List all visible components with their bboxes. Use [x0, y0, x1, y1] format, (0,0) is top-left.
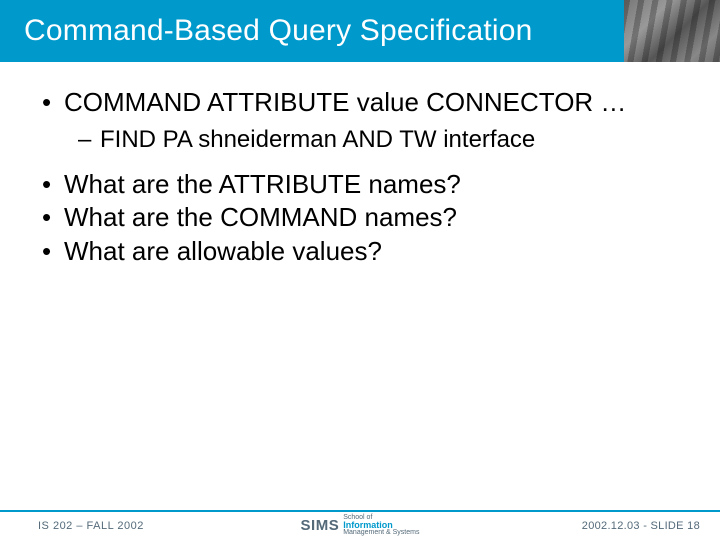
bullet-level1: • COMMAND ATTRIBUTE value CONNECTOR …: [42, 86, 690, 119]
logo-line3: Management & Systems: [343, 529, 419, 536]
bullet-level1: • What are the COMMAND names?: [42, 201, 690, 234]
bullet-dash-icon: –: [78, 125, 100, 156]
bullet-text: COMMAND ATTRIBUTE value CONNECTOR …: [64, 86, 690, 119]
bullet-dot-icon: •: [42, 86, 64, 119]
bullet-text: What are the COMMAND names?: [64, 201, 690, 234]
logo-brand: SIMS: [301, 517, 340, 534]
logo-stack: School of Information Management & Syste…: [343, 514, 419, 536]
title-bar: Command-Based Query Specification: [0, 0, 720, 62]
bullet-dot-icon: •: [42, 201, 64, 234]
bullet-dot-icon: •: [42, 235, 64, 268]
footer-logo: SIMS School of Information Management & …: [301, 514, 420, 536]
slide-body: • COMMAND ATTRIBUTE value CONNECTOR … – …: [42, 86, 690, 268]
bullet-level1: • What are allowable values?: [42, 235, 690, 268]
bullet-text: What are the ATTRIBUTE names?: [64, 168, 690, 201]
bullet-text: FIND PA shneiderman AND TW interface: [100, 125, 690, 156]
footer: IS 202 – FALL 2002 SIMS School of Inform…: [0, 506, 720, 540]
header-photo: [624, 0, 720, 62]
footer-left: IS 202 – FALL 2002: [38, 520, 144, 532]
footer-right: 2002.12.03 - SLIDE 18: [582, 520, 700, 532]
slide: Command-Based Query Specification • COMM…: [0, 0, 720, 540]
slide-title: Command-Based Query Specification: [24, 14, 533, 48]
bullet-level2: – FIND PA shneiderman AND TW interface: [42, 125, 690, 156]
bullet-dot-icon: •: [42, 168, 64, 201]
bullet-text: What are allowable values?: [64, 235, 690, 268]
footer-stripe: [0, 510, 720, 512]
bullet-level1: • What are the ATTRIBUTE names?: [42, 168, 690, 201]
